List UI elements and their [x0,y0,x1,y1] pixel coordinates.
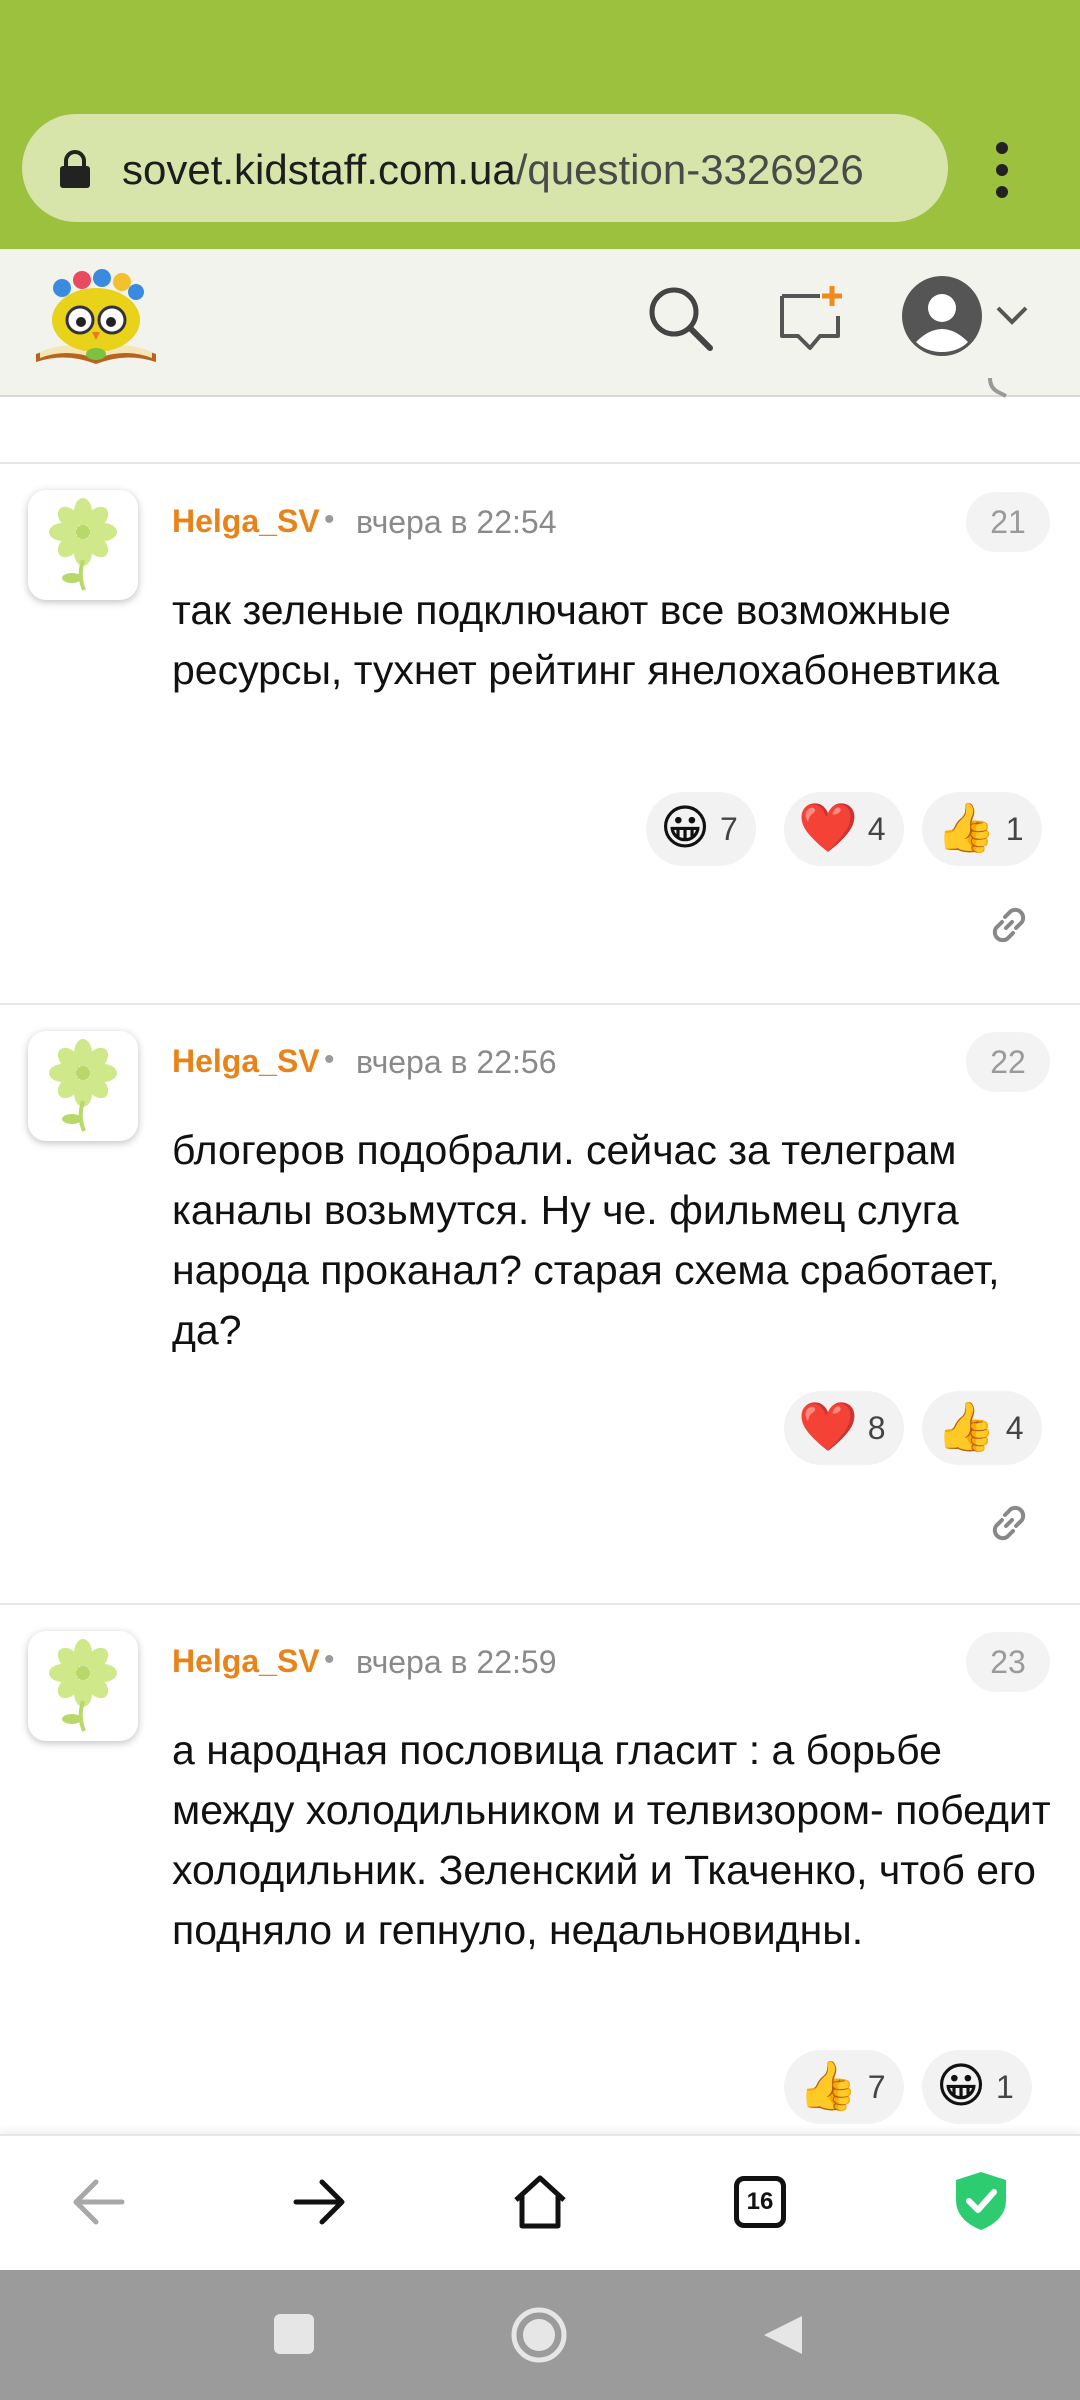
laugh-emoji-icon: 😀 [936,2060,987,2113]
reaction-count: 4 [1005,1409,1024,1446]
thumbs-up-emoji-icon: 👍 [798,2060,858,2113]
comment-time: вчера в 22:54 [356,504,557,540]
reaction-count: 8 [867,1409,886,1446]
meta-separator: • [324,503,335,536]
comment-number-badge[interactable]: 23 [966,1632,1050,1692]
comment-author[interactable]: Helga_SV [172,503,320,540]
reaction-count: 4 [867,810,886,847]
link-icon[interactable] [984,1498,1034,1548]
meta-separator: • [324,1643,335,1676]
url-domain: sovet.kidstaff.com.ua [122,146,516,193]
home-icon[interactable] [512,2172,568,2232]
url-text[interactable]: sovet.kidstaff.com.ua/question-3326926 [122,140,864,200]
back-button[interactable] [760,2312,806,2358]
shield-check-icon[interactable] [954,2170,1008,2232]
link-icon[interactable] [984,900,1034,950]
search-icon[interactable] [644,282,716,354]
comment-number-badge[interactable]: 22 [966,1032,1050,1092]
reaction-laugh[interactable]: 😀 7 [646,792,756,866]
meta-separator: • [324,1043,335,1076]
comment-time: вчера в 22:59 [356,1644,557,1680]
heart-emoji-icon: ❤️ [798,802,858,855]
comment-time: вчера в 22:56 [356,1044,557,1080]
author-avatar[interactable] [28,490,138,600]
flower-icon [49,498,117,591]
flower-icon [49,1639,117,1732]
comment-divider [0,1603,1080,1605]
reaction-laugh[interactable]: 😀 1 [922,2050,1032,2124]
reaction-thumbs-up[interactable]: 👍 7 [784,2050,904,2124]
url-path: /question-3326926 [515,146,864,193]
link-icon[interactable] [984,378,1024,400]
heart-emoji-icon: ❤️ [798,1401,858,1454]
new-question-icon[interactable] [776,282,848,354]
reaction-thumbs-up[interactable]: 👍 4 [922,1391,1042,1465]
author-avatar[interactable] [28,1031,138,1141]
reaction-heart[interactable]: ❤️ 4 [784,792,904,866]
thumbs-up-emoji-icon: 👍 [936,802,996,855]
reaction-heart[interactable]: ❤️ 8 [784,1391,904,1465]
kidstaff-logo-icon[interactable] [32,262,160,372]
comment-text: а народная пословица гласит : а борьбе м… [172,1727,1051,1953]
back-arrow-icon[interactable] [70,2176,126,2228]
comment-author[interactable]: Helga_SV [172,1043,320,1080]
author-avatar[interactable] [28,1631,138,1741]
comment-text: блогеров подобрали. сейчас за телеграм к… [172,1127,1000,1353]
recents-button[interactable] [274,2314,314,2354]
reaction-count: 1 [996,2068,1014,2105]
reaction-count: 7 [720,810,738,847]
comment-text: так зеленые подключают все возможные рес… [172,587,1000,693]
tabs-count-button[interactable]: 16 [734,2176,786,2228]
user-avatar-icon[interactable] [900,274,984,358]
comment-author[interactable]: Helga_SV [172,1643,320,1680]
reaction-thumbs-up[interactable]: 👍 1 [922,792,1042,866]
comment-divider [0,462,1080,464]
thumbs-up-emoji-icon: 👍 [936,1401,996,1454]
comment-number-badge[interactable]: 21 [966,492,1050,552]
comment-divider [0,1003,1080,1005]
chevron-down-icon[interactable] [994,302,1030,330]
laugh-emoji-icon: 😀 [660,802,711,855]
reaction-count: 7 [867,2068,886,2105]
overflow-menu-icon[interactable] [990,140,1014,200]
lock-icon [60,150,90,188]
home-button[interactable] [510,2306,568,2364]
forward-arrow-icon[interactable] [292,2176,348,2228]
flower-icon [49,1039,117,1132]
reaction-count: 1 [1005,810,1024,847]
